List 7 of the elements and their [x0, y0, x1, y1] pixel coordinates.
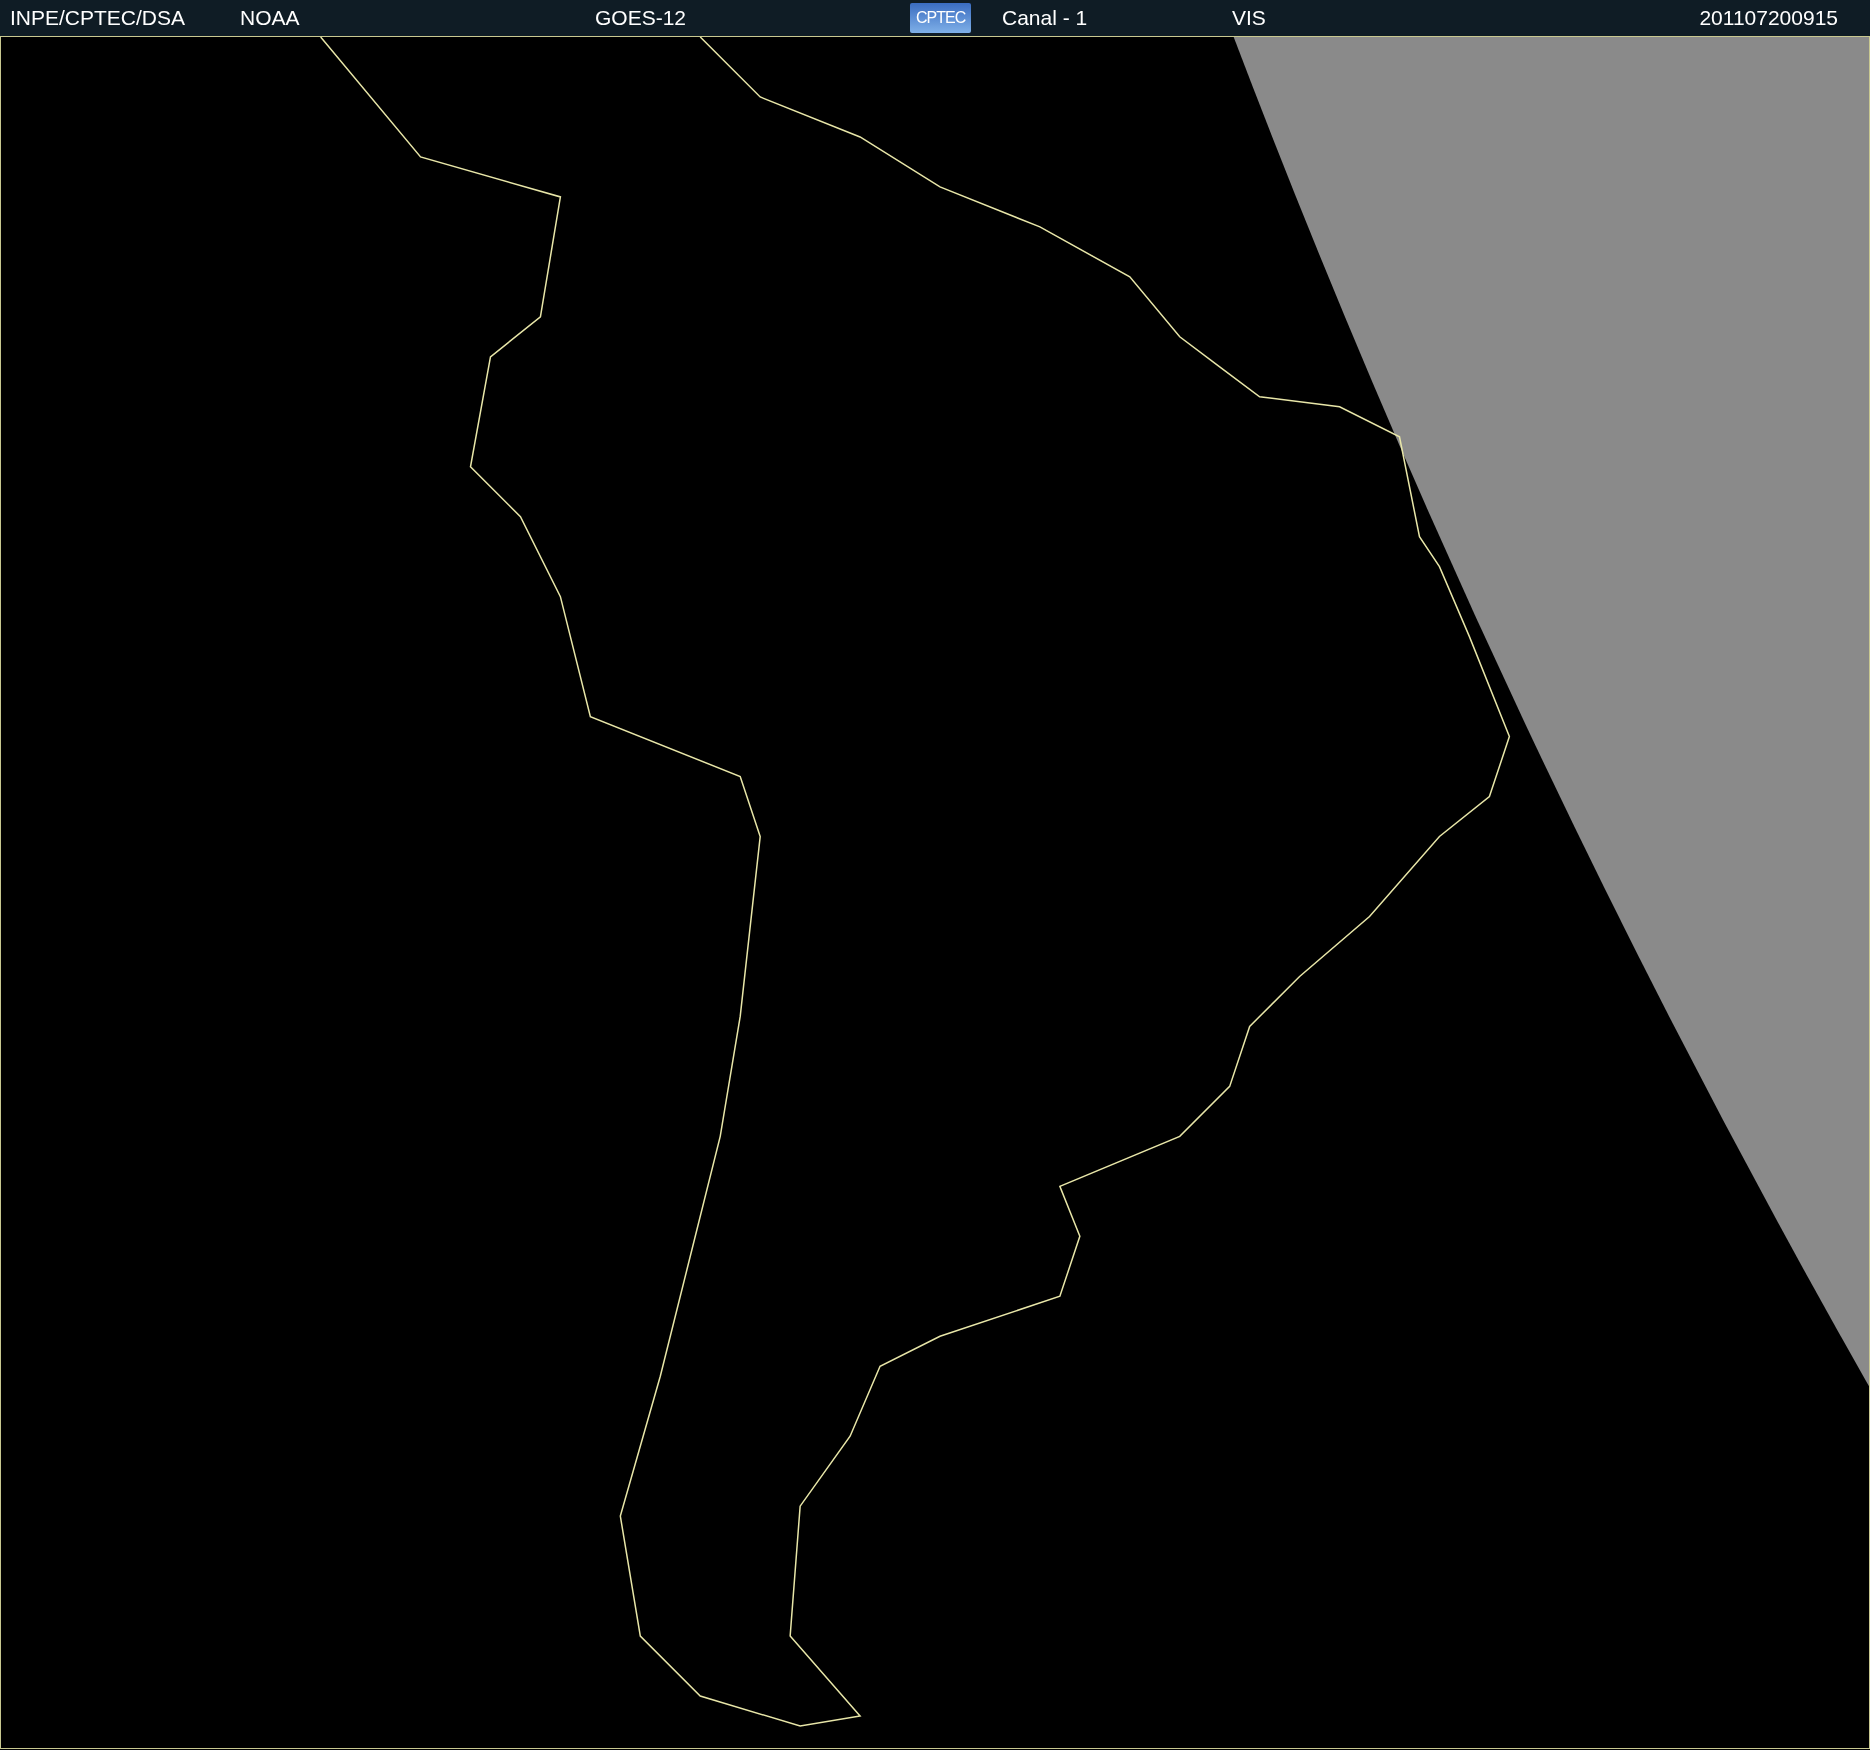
header-label: VIS	[1232, 6, 1266, 30]
header-label: INPE/CPTEC/DSA	[10, 6, 186, 30]
header-label: GOES-12	[595, 6, 687, 30]
header-label: 201107200915	[1699, 6, 1838, 30]
header-label: NOAA	[240, 6, 300, 30]
logo: CPTEC	[910, 3, 972, 33]
header-label: Canal - 1	[1002, 6, 1088, 30]
